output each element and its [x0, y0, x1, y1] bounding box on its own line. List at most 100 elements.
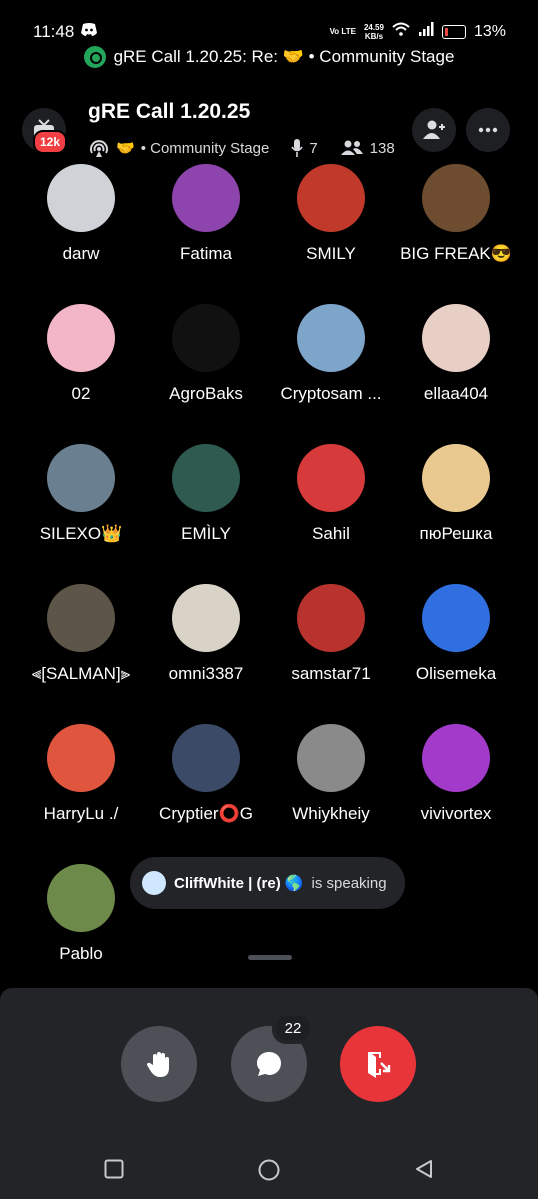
participant-name: Fatima	[180, 244, 232, 263]
participant-name: SMILY	[306, 244, 356, 263]
avatar	[422, 164, 490, 232]
participant-tile[interactable]: omni3387	[141, 584, 271, 684]
participant-name: vivivortex	[420, 804, 492, 823]
lte-indicator: Vo LTE	[329, 27, 356, 36]
chat-unread-badge: 22	[272, 1012, 314, 1044]
signal-icon	[418, 22, 434, 41]
avatar	[172, 724, 240, 792]
raise-hand-button[interactable]	[121, 1026, 197, 1102]
avatar	[422, 584, 490, 652]
participant-tile[interactable]: 02	[16, 304, 146, 404]
participant-tile[interactable]: EMÌLY	[141, 444, 271, 544]
recents-icon[interactable]	[104, 1159, 124, 1184]
avatar	[422, 304, 490, 372]
leave-door-icon	[368, 1052, 391, 1078]
participant-tile[interactable]: Pablo	[16, 864, 146, 964]
participant-tile[interactable]: пюРешка	[391, 444, 521, 544]
ongoing-stage-banner[interactable]: gRE Call 1.20.25: Re: 🤝 • Community Stag…	[0, 46, 538, 68]
banner-text: gRE Call 1.20.25: Re: 🤝 • Community Stag…	[113, 47, 455, 66]
participant-tile[interactable]: ellaa404	[391, 304, 521, 404]
participant-name: AgroBaks	[169, 384, 243, 403]
avatar	[172, 164, 240, 232]
avatar	[47, 724, 115, 792]
stage-icon	[90, 140, 108, 157]
avatar	[297, 584, 365, 652]
wifi-icon	[392, 22, 410, 41]
participant-tile[interactable]: SMILY	[266, 164, 396, 264]
discord-icon	[80, 23, 98, 42]
avatar	[422, 724, 490, 792]
avatar	[422, 444, 490, 512]
microphone-icon	[291, 139, 303, 157]
speaker-count: 7	[309, 139, 318, 157]
home-icon[interactable]	[258, 1159, 280, 1186]
avatar	[47, 304, 115, 372]
speaker-name: CliffWhite | (re) 🌎	[174, 875, 304, 892]
participant-tile[interactable]: Sahil	[266, 444, 396, 544]
stage-title: gRE Call 1.20.25	[88, 100, 251, 123]
participant-name: Cryptosam ...	[280, 384, 382, 403]
stage-emoji: 🤝	[116, 140, 135, 157]
viewer-badge: 12k	[33, 130, 68, 154]
speaking-suffix: is speaking	[311, 874, 387, 892]
hand-icon	[146, 1052, 169, 1077]
participant-tile[interactable]: Cryptier⭕G	[141, 724, 271, 824]
participant-name: Sahil	[312, 524, 350, 543]
participant-name: darw	[62, 244, 100, 263]
status-time: 11:48	[33, 22, 75, 41]
participant-name: ellaa404	[423, 384, 489, 403]
participant-name: пюРешка	[419, 524, 493, 543]
back-icon[interactable]	[414, 1159, 434, 1184]
avatar	[47, 444, 115, 512]
avatar	[297, 164, 365, 232]
participant-tile[interactable]: Fatima	[141, 164, 271, 264]
avatar	[297, 444, 365, 512]
participant-name: Pablo	[59, 944, 103, 963]
participant-tile[interactable]: samstar71	[266, 584, 396, 684]
drag-handle[interactable]	[248, 955, 292, 960]
battery-percent: 13%	[473, 22, 506, 40]
stage-live-icon	[83, 46, 106, 68]
participant-tile[interactable]: ⫷[SALMAN]⫸	[16, 584, 146, 684]
speaker-avatar	[142, 871, 166, 895]
listener-count: 138	[369, 139, 395, 157]
participant-tile[interactable]: darw	[16, 164, 146, 264]
participant-name: SILEXO👑	[39, 524, 123, 543]
participant-tile[interactable]: AgroBaks	[141, 304, 271, 404]
participant-tile[interactable]: SILEXO👑	[16, 444, 146, 544]
participant-name: 02	[71, 384, 91, 403]
avatar	[172, 444, 240, 512]
leave-stage-button[interactable]	[340, 1026, 416, 1102]
participant-tile[interactable]: BIG FREAK😎	[391, 164, 521, 264]
participant-tile[interactable]: Cryptosam ...	[266, 304, 396, 404]
avatar	[297, 304, 365, 372]
listeners-icon	[340, 140, 363, 155]
invite-button[interactable]	[412, 108, 456, 152]
participant-name: HarryLu ./	[43, 804, 119, 823]
avatar	[172, 304, 240, 372]
more-icon	[478, 127, 498, 133]
stage-label: • Community Stage	[140, 139, 270, 157]
participant-name: samstar71	[291, 664, 371, 683]
participant-tile[interactable]: vivivortex	[391, 724, 521, 824]
stage-info-row: 🤝 • Community Stage 7 138	[88, 138, 395, 158]
participant-name: Cryptier⭕G	[159, 804, 253, 823]
control-panel: 22	[0, 988, 538, 1139]
avatar	[297, 724, 365, 792]
more-options-button[interactable]	[466, 108, 510, 152]
participant-name: Olisemeka	[415, 664, 497, 683]
stage-header: gRE Call 1.20.25 🤝 • Community Stage 7 1…	[0, 90, 538, 170]
avatar	[47, 864, 115, 932]
participant-name: EMÌLY	[181, 524, 231, 543]
participant-name: Whiykheiy	[292, 804, 370, 823]
participant-name: omni3387	[168, 664, 244, 683]
participant-tile[interactable]: HarryLu ./	[16, 724, 146, 824]
avatar	[172, 584, 240, 652]
avatar	[47, 164, 115, 232]
participant-tile[interactable]: Whiykheiy	[266, 724, 396, 824]
participant-tile[interactable]: Olisemeka	[391, 584, 521, 684]
participant-name: BIG FREAK😎	[400, 244, 512, 263]
chat-bubble-icon	[257, 1052, 281, 1076]
avatar	[47, 584, 115, 652]
speaking-indicator: CliffWhite | (re) 🌎 is speaking	[130, 857, 405, 909]
